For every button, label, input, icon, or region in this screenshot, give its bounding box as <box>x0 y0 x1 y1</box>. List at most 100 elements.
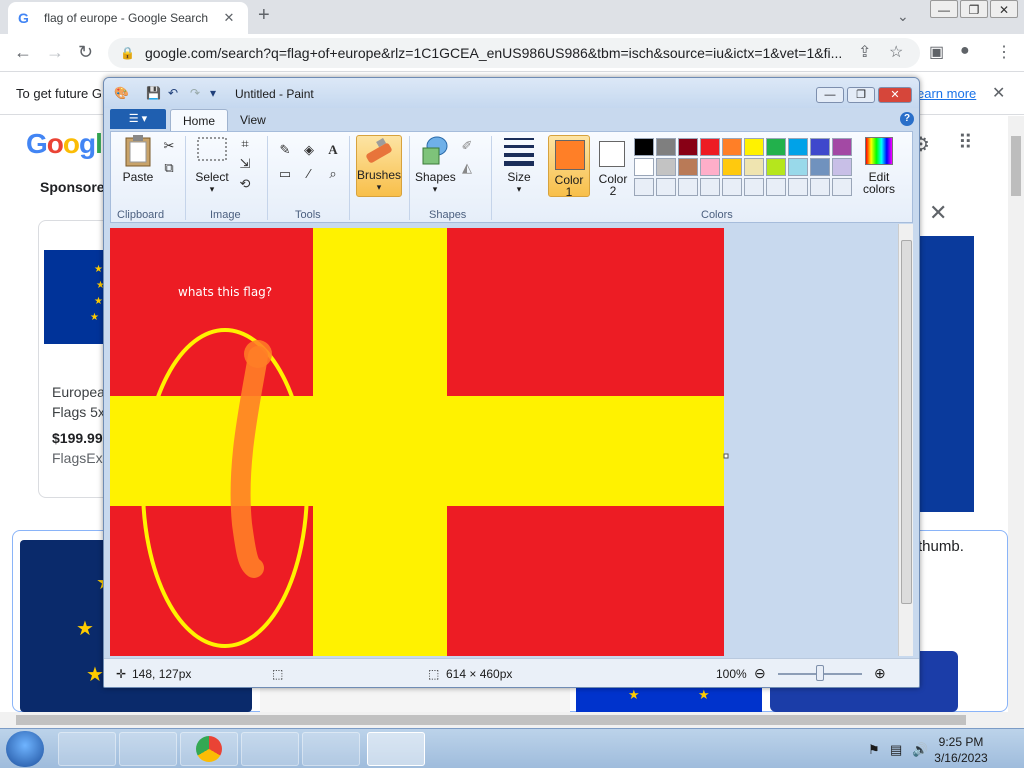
palette-swatch[interactable] <box>832 158 852 176</box>
redo-icon[interactable]: ↷ <box>190 86 200 100</box>
tab-view[interactable]: View <box>228 109 278 131</box>
paint-app-icon[interactable]: 🎨 <box>114 86 129 100</box>
paste-button[interactable]: Paste <box>117 134 159 184</box>
zoom-in-icon[interactable]: ⊕ <box>874 665 886 682</box>
url-text[interactable]: google.com/search?q=flag+of+europe&rlz=1… <box>145 45 920 61</box>
preview-close-icon[interactable]: ✕ <box>929 200 947 226</box>
palette-swatch[interactable] <box>766 138 786 156</box>
result-image-blue[interactable] <box>918 236 974 512</box>
paint-menu-button[interactable]: ☰ ▾ <box>110 109 166 129</box>
fill-bucket-icon[interactable]: ◈ <box>299 140 319 160</box>
snipping-tool-icon[interactable] <box>302 732 360 766</box>
bookmark-star-icon[interactable]: ☆ <box>889 42 903 62</box>
paint-minimize-icon[interactable]: — <box>816 87 844 103</box>
palette-swatch[interactable] <box>722 158 742 176</box>
palette-custom-slot[interactable] <box>678 178 698 196</box>
forward-arrow-icon[interactable]: → <box>46 42 64 63</box>
customize-quick-access-icon[interactable]: ▾ <box>210 86 216 100</box>
paint-taskbar-icon[interactable] <box>367 732 425 766</box>
palette-swatch[interactable] <box>810 158 830 176</box>
palette-custom-slot[interactable] <box>656 178 676 196</box>
paint-title-bar[interactable]: 🎨 💾 ↶ ↷ ▾ Untitled - Paint — ❐ ✕ <box>104 78 919 108</box>
help-icon[interactable]: ? <box>900 112 914 126</box>
file-explorer-icon[interactable] <box>58 732 116 766</box>
network-icon[interactable]: ▤ <box>890 742 902 758</box>
shapes-button[interactable]: Shapes ▾ <box>415 134 456 195</box>
profile-avatar-icon[interactable]: ● <box>960 42 970 60</box>
eraser-icon[interactable]: ▭ <box>275 164 295 184</box>
action-center-flag-icon[interactable]: ⚑ <box>868 742 880 758</box>
system-clock[interactable]: 9:25 PM 3/16/2023 <box>930 734 992 766</box>
lock-icon[interactable]: 🔒 <box>120 46 135 60</box>
brushes-button[interactable]: Brushes ▾ <box>356 135 402 197</box>
palette-swatch[interactable] <box>656 158 676 176</box>
reload-icon[interactable]: ↻ <box>78 42 93 63</box>
product-title-line1[interactable]: Europea <box>52 382 105 402</box>
palette-custom-slot[interactable] <box>810 178 830 196</box>
back-arrow-icon[interactable]: ← <box>14 42 32 63</box>
eu-flag-thumbnail[interactable]: ★ ★ ★ ★ <box>44 250 106 344</box>
palette-swatch[interactable] <box>766 158 786 176</box>
palette-custom-slot[interactable] <box>832 178 852 196</box>
restore-icon[interactable]: ❐ <box>960 0 988 18</box>
select-button[interactable]: Select ▾ <box>191 134 233 195</box>
fill-icon[interactable]: ◭ <box>457 158 477 178</box>
color-picker-icon[interactable]: ⁄ <box>299 164 319 184</box>
palette-swatch[interactable] <box>832 138 852 156</box>
color1-button[interactable]: Color 1 <box>548 135 590 199</box>
magnifier-icon[interactable]: ⌕ <box>323 164 343 184</box>
new-tab-icon[interactable]: + <box>258 4 270 27</box>
palette-custom-slot[interactable] <box>788 178 808 196</box>
palette-swatch[interactable] <box>700 138 720 156</box>
page-horizontal-scrollbar[interactable] <box>0 712 1024 728</box>
canvas-vertical-scrollbar[interactable] <box>898 224 913 656</box>
cut-icon[interactable]: ✂ <box>159 136 179 156</box>
palette-swatch[interactable] <box>744 158 764 176</box>
outline-icon[interactable]: ✐ <box>457 136 477 156</box>
tab-close-icon[interactable]: ✕ <box>220 10 238 26</box>
product-title-line2[interactable]: Flags 5x <box>52 402 105 422</box>
palette-swatch[interactable] <box>788 158 808 176</box>
color2-button[interactable]: Color 2 <box>593 135 633 198</box>
palette-swatch[interactable] <box>656 138 676 156</box>
side-panel-icon[interactable]: ▣ <box>929 42 944 62</box>
palette-swatch[interactable] <box>722 138 742 156</box>
tab-search-chevron-icon[interactable]: ⌄ <box>897 8 909 25</box>
palette-swatch[interactable] <box>810 138 830 156</box>
csharp-editor-icon[interactable] <box>241 732 299 766</box>
page-vertical-scrollbar[interactable] <box>1008 116 1024 712</box>
chrome-icon[interactable] <box>180 732 238 766</box>
palette-swatch[interactable] <box>634 158 654 176</box>
palette-swatch[interactable] <box>678 138 698 156</box>
edit-colors-button[interactable]: Edit colors <box>857 135 901 197</box>
palette-swatch[interactable] <box>634 138 654 156</box>
start-button[interactable] <box>6 731 44 767</box>
zoom-slider-handle[interactable] <box>816 665 824 681</box>
tab-home[interactable]: Home <box>170 109 229 131</box>
palette-custom-slot[interactable] <box>722 178 742 196</box>
learn-more-link[interactable]: earn more <box>917 86 976 101</box>
text-tool-icon[interactable]: A <box>323 140 343 160</box>
palette-swatch[interactable] <box>700 158 720 176</box>
undo-icon[interactable]: ↶ <box>168 86 178 100</box>
copy-icon[interactable]: ⧉ <box>159 158 179 178</box>
minimize-icon[interactable]: — <box>930 0 958 18</box>
palette-swatch[interactable] <box>744 138 764 156</box>
address-bar[interactable]: 🔒 google.com/search?q=flag+of+europe&rlz… <box>108 38 920 68</box>
palette-swatch[interactable] <box>678 158 698 176</box>
paint-restore-icon[interactable]: ❐ <box>847 87 875 103</box>
canvas-resize-handle[interactable] <box>723 453 729 459</box>
palette-custom-slot[interactable] <box>700 178 720 196</box>
paint-close-icon[interactable]: ✕ <box>878 87 912 103</box>
browser-tab[interactable]: G flag of europe - Google Search ✕ <box>8 2 248 34</box>
palette-custom-slot[interactable] <box>634 178 654 196</box>
rotate-icon[interactable]: ⟲ <box>235 174 255 194</box>
crop-icon[interactable]: ⌗ <box>235 134 255 154</box>
close-window-icon[interactable]: ✕ <box>990 0 1018 18</box>
volume-icon[interactable]: 🔊 <box>912 742 928 758</box>
drawing-canvas[interactable]: whats this flag? <box>110 224 898 656</box>
palette-swatch[interactable] <box>788 138 808 156</box>
media-player-icon[interactable] <box>119 732 177 766</box>
palette-custom-slot[interactable] <box>744 178 764 196</box>
pencil-icon[interactable]: ✎ <box>275 140 295 160</box>
